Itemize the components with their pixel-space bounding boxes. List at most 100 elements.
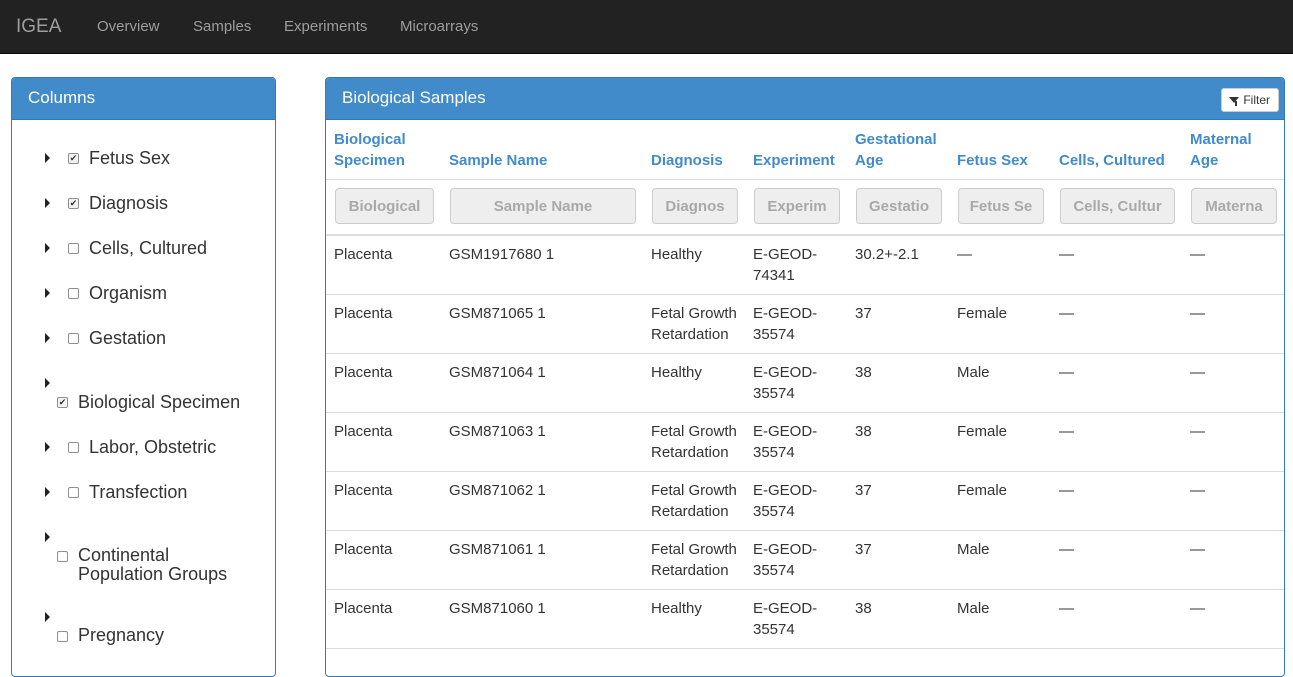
column-checkbox[interactable]: ✔ xyxy=(68,153,79,164)
cell-experiment: E-GEOD- 35574 xyxy=(753,598,817,640)
nav-link-samples[interactable]: Samples xyxy=(193,18,251,35)
cell-experiment-line2: 35574 xyxy=(753,326,795,343)
cell-fetus-sex: Male xyxy=(957,364,990,381)
column-header-gestational-age[interactable]: Gestational Age xyxy=(855,129,937,171)
cell-cells-cultured: — xyxy=(1059,482,1074,499)
filter-input-experiment[interactable] xyxy=(754,188,840,224)
column-checkbox[interactable]: ✔ xyxy=(68,198,79,209)
filter-input-sample-name[interactable] xyxy=(450,188,636,224)
expand-caret-icon[interactable] xyxy=(45,442,50,452)
column-header-biological-specimen[interactable]: Biological Specimen xyxy=(334,129,406,171)
cell-maternal-age: — xyxy=(1190,541,1205,558)
filter-button[interactable]: Filter xyxy=(1221,88,1279,112)
table-row[interactable]: Placenta GSM871064 1 Healthy E-GEOD- 35574 38… xyxy=(326,354,1284,413)
column-checkbox[interactable] xyxy=(68,442,79,453)
cell-fetus-sex: Female xyxy=(957,482,1008,499)
cell-experiment: E-GEOD- 35574 xyxy=(753,480,817,522)
cell-sample-name: GSM871062 1 xyxy=(449,482,546,499)
filter-input-maternal-age[interactable] xyxy=(1191,188,1277,224)
column-checkbox[interactable] xyxy=(68,288,79,299)
table-row[interactable]: Placenta GSM871061 1 Fetal Growth Retardati… xyxy=(326,531,1284,590)
cell-fetus-sex: Female xyxy=(957,423,1008,440)
filter-input-fetus-sex[interactable] xyxy=(958,188,1044,224)
cell-gestational-age: 37 xyxy=(855,305,872,322)
cell-sample-name: GSM871064 1 xyxy=(449,364,546,381)
filter-button-label: Filter xyxy=(1243,93,1270,107)
column-label: Organism xyxy=(89,283,168,303)
filter-input-diagnosis[interactable] xyxy=(652,188,738,224)
cell-maternal-age: — xyxy=(1190,246,1205,263)
column-label: Gestation xyxy=(89,328,167,348)
cell-experiment-line2: 35574 xyxy=(753,385,795,402)
expand-caret-icon[interactable] xyxy=(45,333,50,343)
column-label: Biological Specimen xyxy=(78,392,241,412)
cell-diagnosis-line1: Healthy xyxy=(651,364,702,381)
cell-diagnosis-line2: Retardation xyxy=(651,562,729,579)
cell-gestational-age: 37 xyxy=(855,482,872,499)
expand-caret-icon[interactable] xyxy=(45,198,50,208)
cell-diagnosis-line2: Retardation xyxy=(651,326,729,343)
cell-experiment: E-GEOD- 35574 xyxy=(753,421,817,463)
filter-icon xyxy=(1229,96,1240,103)
columns-panel: Columns ✔ Fetus Sex ✔ Diagnosis Cells, C… xyxy=(11,77,276,677)
table-row[interactable]: Placenta GSM871060 1 Healthy E-GEOD- 35574 38… xyxy=(326,590,1284,649)
cell-fetus-sex: Female xyxy=(957,305,1008,322)
column-checkbox[interactable]: ✔ xyxy=(57,397,68,408)
table-row[interactable]: Placenta GSM871065 1 Fetal Growth Retardati… xyxy=(326,295,1284,354)
filter-input-biological-specimen[interactable] xyxy=(335,188,434,224)
cell-diagnosis-line1: Fetal Growth xyxy=(651,482,737,499)
column-header-diagnosis[interactable]: Diagnosis xyxy=(651,150,723,171)
column-header-experiment[interactable]: Experiment xyxy=(753,150,835,171)
expand-caret-icon[interactable] xyxy=(45,532,50,542)
cell-cells-cultured: — xyxy=(1059,541,1074,558)
cell-specimen: Placenta xyxy=(334,600,393,617)
header-line2: Age xyxy=(855,152,884,169)
expand-caret-icon[interactable] xyxy=(45,243,50,253)
cell-maternal-age: — xyxy=(1190,423,1205,440)
column-header-sample-name[interactable]: Sample Name xyxy=(449,150,547,171)
cell-cells-cultured: — xyxy=(1059,600,1074,617)
cell-gestational-age: 37 xyxy=(855,541,872,558)
filter-input-gestational-age[interactable] xyxy=(856,188,942,224)
table-row[interactable]: Placenta GSM871063 1 Fetal Growth Retardati… xyxy=(326,413,1284,472)
table-row[interactable]: Placenta GSM871062 1 Fetal Growth Retardati… xyxy=(326,472,1284,531)
expand-caret-icon[interactable] xyxy=(45,153,50,163)
column-header-fetus-sex[interactable]: Fetus Sex xyxy=(957,150,1028,171)
cell-cells-cultured: — xyxy=(1059,246,1074,263)
cell-diagnosis: Healthy xyxy=(651,244,702,265)
column-header-cells-cultured[interactable]: Cells, Cultured xyxy=(1059,150,1165,171)
header-line1: Biological xyxy=(334,131,406,148)
brand-logo[interactable]: IGEA xyxy=(16,16,61,38)
cell-experiment: E-GEOD- 35574 xyxy=(753,539,817,581)
header-line1: Gestational xyxy=(855,131,937,148)
nav-link-experiments[interactable]: Experiments xyxy=(284,18,367,35)
column-header-maternal-age[interactable]: Maternal Age xyxy=(1190,129,1252,171)
expand-caret-icon[interactable] xyxy=(45,288,50,298)
cell-experiment-line1: E-GEOD- xyxy=(753,482,818,499)
column-label: Labor, Obstetric xyxy=(89,437,217,457)
cell-gestational-age: 38 xyxy=(855,364,872,381)
cell-gestational-age: 30.2+-2.1 xyxy=(855,246,919,263)
column-checkbox[interactable] xyxy=(68,243,79,254)
cell-specimen: Placenta xyxy=(334,246,393,263)
cell-experiment-line1: E-GEOD- xyxy=(753,541,818,558)
cell-cells-cultured: — xyxy=(1059,423,1074,440)
column-label: Cells, Cultured xyxy=(89,238,208,258)
filter-input-cells-cultured[interactable] xyxy=(1060,188,1175,224)
expand-caret-icon[interactable] xyxy=(45,487,50,497)
cell-diagnosis-line2: Retardation xyxy=(651,444,729,461)
column-checkbox[interactable] xyxy=(57,551,68,562)
header-line2: Specimen xyxy=(334,152,405,169)
expand-caret-icon[interactable] xyxy=(45,612,50,622)
nav-link-overview[interactable]: Overview xyxy=(97,18,160,35)
filter-icon-stem xyxy=(1235,101,1238,106)
cell-cells-cultured: — xyxy=(1059,305,1074,322)
cell-diagnosis-line1: Healthy xyxy=(651,246,702,263)
column-checkbox[interactable] xyxy=(68,487,79,498)
row-divider xyxy=(326,648,1284,649)
nav-link-microarrays[interactable]: Microarrays xyxy=(400,18,478,35)
table-row[interactable]: Placenta GSM1917680 1 Healthy E-GEOD- 74341 3… xyxy=(326,236,1284,295)
cell-sample-name: GSM871065 1 xyxy=(449,305,546,322)
expand-caret-icon[interactable] xyxy=(45,378,50,388)
column-checkbox[interactable] xyxy=(68,333,79,344)
